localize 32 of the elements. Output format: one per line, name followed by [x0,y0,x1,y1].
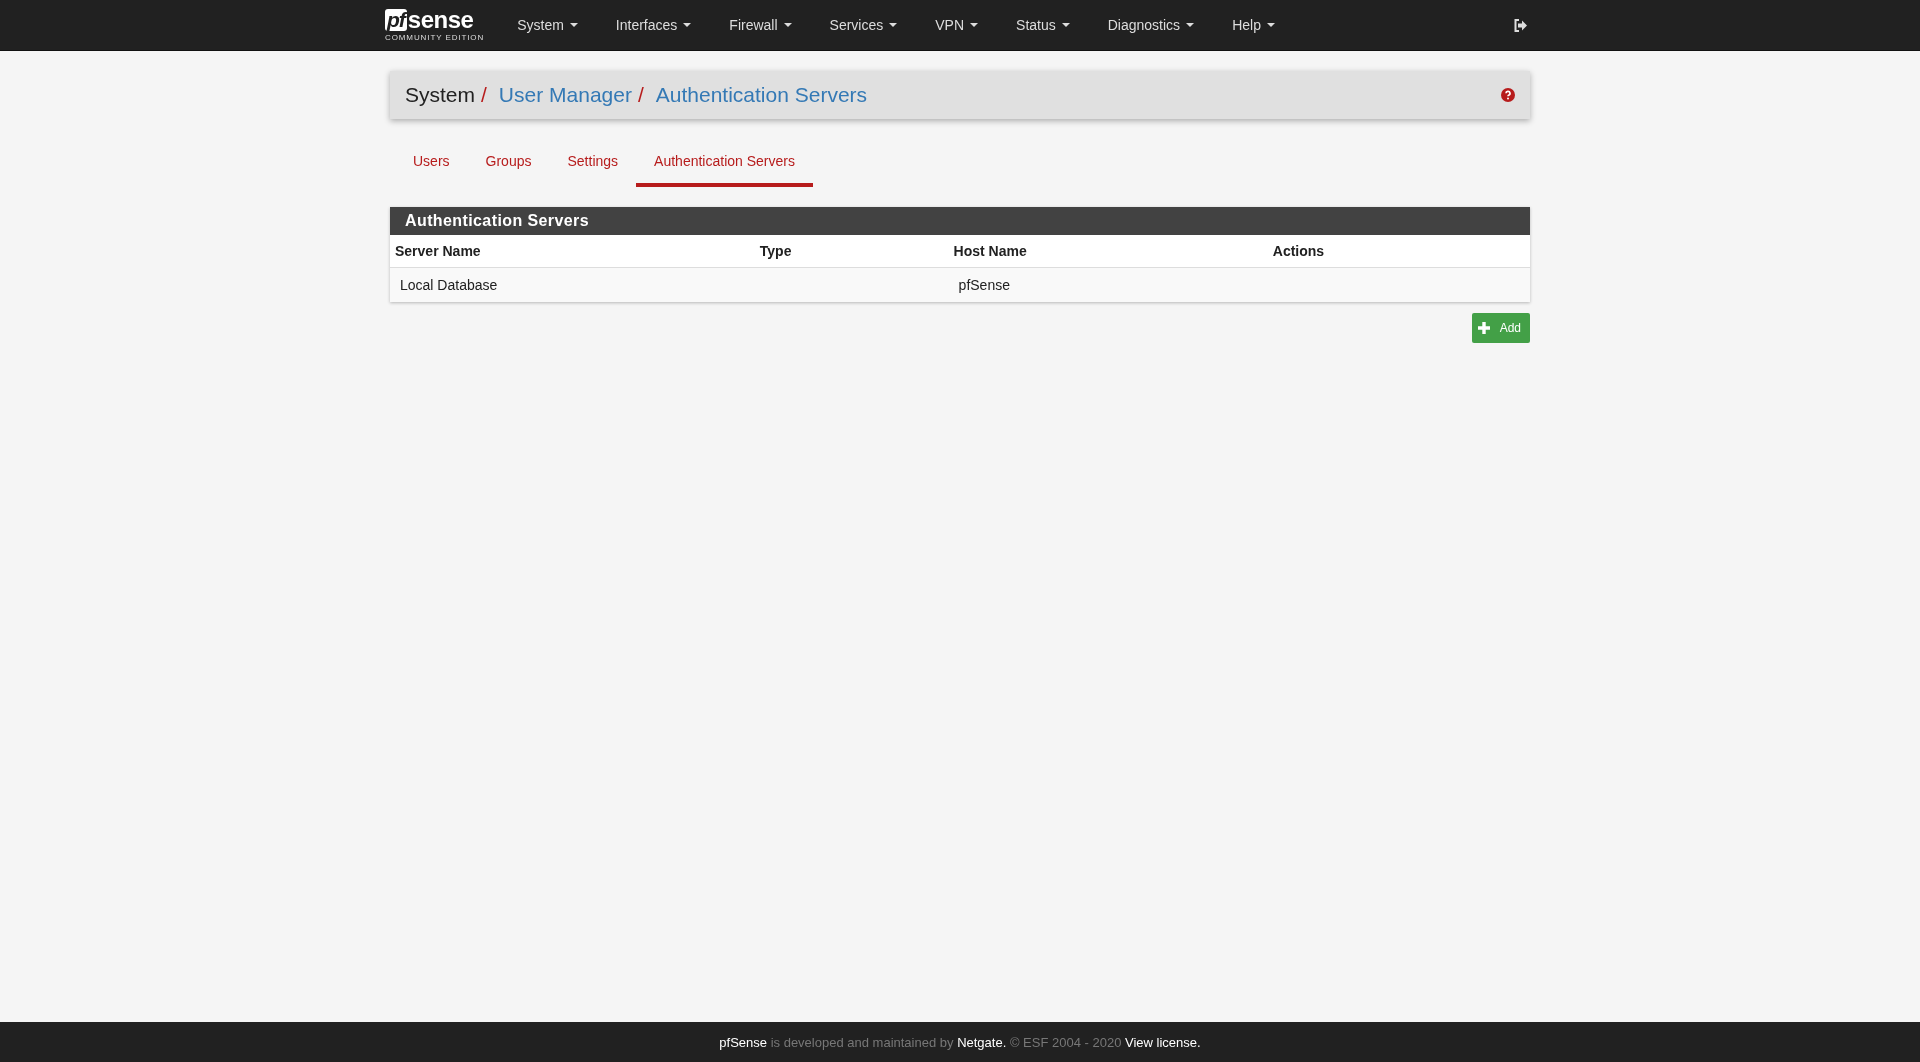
breadcrumb-text: System [405,83,475,107]
table-cell: pfSense [958,277,1010,293]
tab[interactable]: Users [395,141,468,187]
menu-item[interactable]: Status [997,0,1089,50]
column-header: Host Name [948,235,1268,268]
menu-item[interactable]: Services [810,0,917,50]
tab[interactable]: Settings [549,141,637,187]
logo[interactable]: pfsense COMMUNITY EDITION [385,8,485,42]
help-icon[interactable] [1501,88,1515,102]
breadcrumb-link[interactable]: User Manager [498,83,632,107]
breadcrumb-link[interactable]: Authentication Servers [655,83,868,107]
footer-link[interactable]: Netgate. [957,1034,1007,1050]
logout-icon[interactable] [1514,18,1528,32]
menu-item[interactable]: Interfaces [596,0,711,50]
tab[interactable]: Groups [467,141,550,187]
breadcrumb-separator: / [637,83,644,107]
column-header: Server Name [390,235,755,268]
column-header: Actions [1267,235,1530,268]
menu-item[interactable]: Firewall [710,0,811,50]
table-cell: Local Database [400,277,498,293]
menu-item[interactable]: VPN [916,0,998,50]
footer-text: pfSense is developed and maintained by Netgate. © ESF 2004 - 2020 View license. [719,1034,1201,1050]
column-header: Type [754,235,949,268]
plus-icon [1477,322,1490,334]
tab[interactable]: Authentication Servers [636,141,813,187]
menu-item[interactable]: Diagnostics [1088,0,1214,50]
menu-item[interactable]: System [498,0,597,50]
breadcrumb-separator: / [481,83,487,107]
panel-title: Authentication Servers [390,207,1530,235]
footer-link[interactable]: View license. [1125,1034,1201,1050]
footer-link[interactable]: pfSense [719,1034,768,1050]
menu-item[interactable]: Help [1213,0,1294,50]
